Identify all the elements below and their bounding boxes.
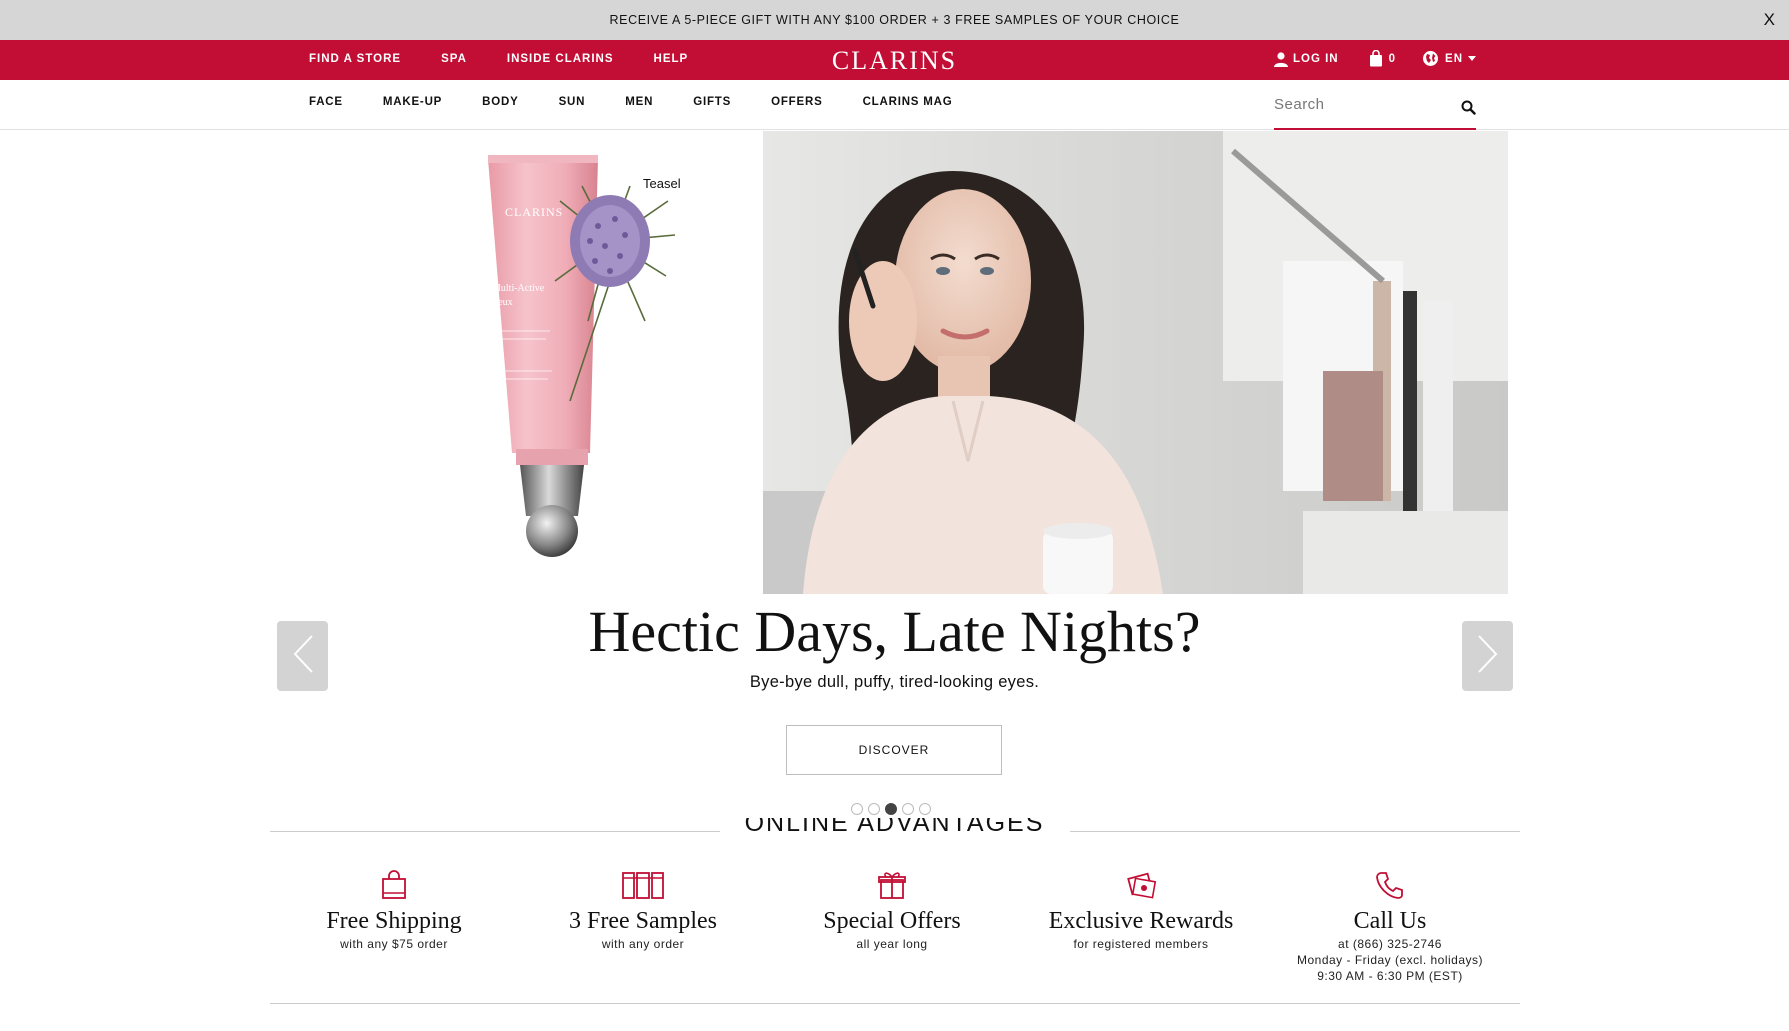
phone-number[interactable]: at (866) 325-2746 <box>1265 937 1515 951</box>
advantage-subtitle: for registered members <box>1073 937 1209 951</box>
svg-text:Multi-Active: Multi-Active <box>492 283 545 294</box>
nav-clarins-mag[interactable]: CLARINS MAG <box>863 96 953 108</box>
globe-icon <box>1422 50 1439 67</box>
login-button[interactable]: LOG IN <box>1273 51 1339 67</box>
inside-clarins-link[interactable]: INSIDE CLARINS <box>507 53 614 65</box>
teasel-label: Teasel <box>643 176 681 191</box>
carousel-dot[interactable] <box>868 803 880 815</box>
find-a-store-link[interactable]: FIND A STORE <box>309 53 401 65</box>
advantage-subtitle: all year long <box>856 937 928 951</box>
nav-face[interactable]: FACE <box>309 96 343 108</box>
promo-text[interactable]: RECEIVE A 5-PIECE GIFT WITH ANY $100 ORD… <box>0 13 1789 27</box>
advantages-heading-text: ONLINE ADVANTAGES <box>744 818 1045 837</box>
samples-icon <box>518 870 768 900</box>
advantage-special-offers[interactable]: Special Offers all year long <box>767 870 1017 951</box>
advantage-subtitle: with any $75 order <box>340 937 448 951</box>
hero-title: Hectic Days, Late Nights? <box>588 599 1201 664</box>
shopping-bag-icon <box>1369 50 1383 67</box>
close-promo-button[interactable]: X <box>1764 10 1775 30</box>
advantage-title: Exclusive Rewards <box>1048 908 1234 934</box>
discover-button[interactable]: DISCOVER <box>786 725 1002 775</box>
cart-button[interactable]: 0 <box>1369 50 1396 67</box>
cart-count: 0 <box>1388 52 1397 65</box>
nav-men[interactable]: MEN <box>625 96 653 108</box>
hero-photo <box>763 131 1508 594</box>
main-nav: FACE MAKE-UP BODY SUN MEN GIFTS OFFERS C… <box>0 80 1789 130</box>
search-icon[interactable] <box>1461 100 1476 120</box>
business-hours: 9:30 AM - 6:30 PM (EST) <box>1317 969 1463 983</box>
utility-bar: FIND A STORE SPA INSIDE CLARINS HELP CLA… <box>0 40 1789 80</box>
nav-gifts[interactable]: GIFTS <box>693 96 731 108</box>
carousel-dot[interactable] <box>851 803 863 815</box>
spa-link[interactable]: SPA <box>441 53 467 65</box>
advantage-call-us[interactable]: Call Us at (866) 325-2746 Monday - Frida… <box>1265 870 1515 983</box>
advantage-title: Free Shipping <box>326 908 462 934</box>
advantages-heading: ONLINE ADVANTAGES <box>0 818 1789 840</box>
svg-text:CLARINS: CLARINS <box>505 205 563 219</box>
advantage-title: 3 Free Samples <box>569 908 717 934</box>
carousel-dot-active[interactable] <box>885 803 897 815</box>
language-selector[interactable]: EN <box>1422 50 1477 67</box>
site-logo[interactable]: CLARINS <box>832 46 957 75</box>
search-input[interactable] <box>1274 96 1444 113</box>
utility-nav: FIND A STORE SPA INSIDE CLARINS HELP <box>309 53 728 65</box>
nav-offers[interactable]: OFFERS <box>771 96 822 108</box>
account-tools: LOG IN 0 EN <box>1273 50 1477 67</box>
advantage-free-samples[interactable]: 3 Free Samples with any order <box>518 870 768 951</box>
advantage-free-shipping[interactable]: Free Shipping with any $75 order <box>269 870 519 951</box>
carousel-dots <box>851 803 931 815</box>
svg-text:Yeux: Yeux <box>492 297 513 308</box>
advantage-title: Call Us <box>1353 908 1427 934</box>
advantage-subtitle: with any order <box>601 937 685 951</box>
business-days: Monday - Friday (excl. holidays) <box>1296 953 1484 967</box>
advantage-exclusive-rewards[interactable]: Exclusive Rewards for registered members <box>1016 870 1266 951</box>
promo-bar: RECEIVE A 5-PIECE GIFT WITH ANY $100 ORD… <box>0 0 1789 40</box>
hero-product-image: CLARINS Multi-Active Yeux <box>470 131 760 596</box>
login-label: LOG IN <box>1293 52 1339 65</box>
help-link[interactable]: HELP <box>654 53 689 65</box>
rewards-card-icon <box>1016 870 1266 900</box>
hero-subtitle: Bye-bye dull, puffy, tired-looking eyes. <box>749 673 1040 691</box>
shopping-bag-icon <box>269 870 519 900</box>
user-icon <box>1273 51 1289 67</box>
carousel-dot[interactable] <box>919 803 931 815</box>
chevron-down-icon <box>1468 55 1477 62</box>
search-box <box>1274 86 1476 130</box>
gift-icon <box>767 870 1017 900</box>
divider <box>270 1003 1520 1004</box>
language-label: EN <box>1445 52 1464 65</box>
nav-sun[interactable]: SUN <box>559 96 586 108</box>
nav-body[interactable]: BODY <box>482 96 518 108</box>
phone-icon <box>1265 870 1515 900</box>
carousel-dot[interactable] <box>902 803 914 815</box>
category-links: FACE MAKE-UP BODY SUN MEN GIFTS OFFERS C… <box>309 96 993 108</box>
nav-make-up[interactable]: MAKE-UP <box>383 96 442 108</box>
advantage-title: Special Offers <box>823 908 961 934</box>
